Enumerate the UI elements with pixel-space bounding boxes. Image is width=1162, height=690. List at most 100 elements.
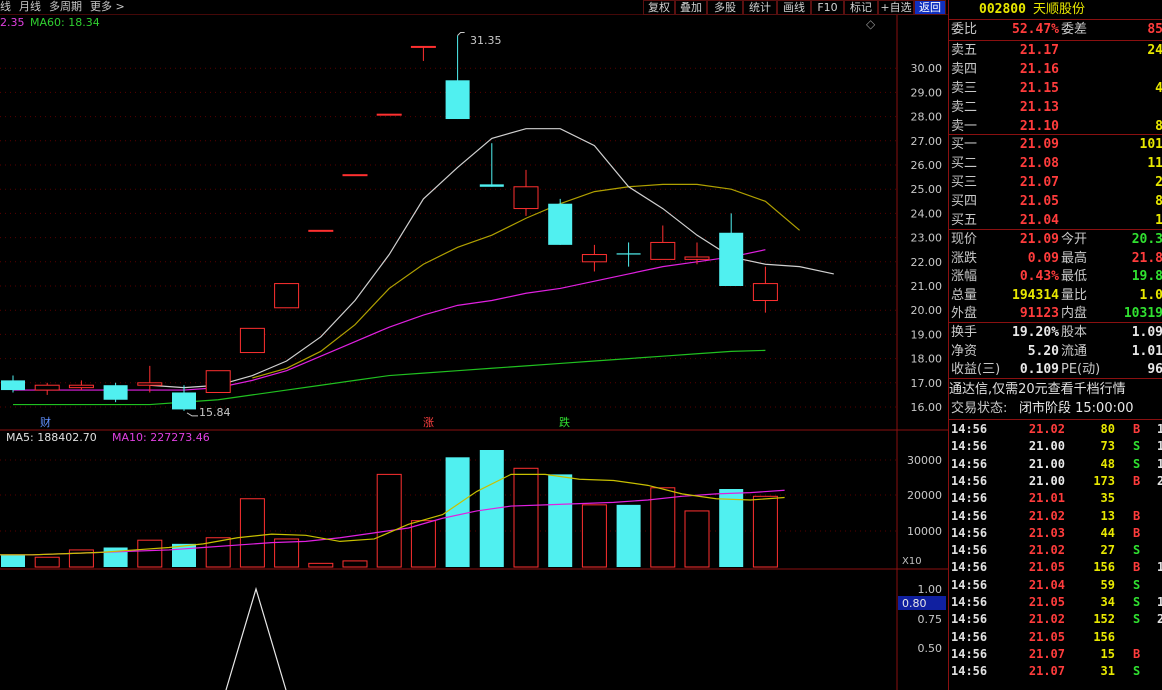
event-marker-zhang[interactable]: 涨 (423, 416, 434, 429)
f10-button[interactable]: F10 (811, 0, 844, 15)
sell-level-label: 卖三 (951, 81, 978, 96)
trade-status-label: 交易状态: (951, 401, 1008, 416)
trade-status-value: 闭市阶段 15:00:00 (1019, 401, 1134, 416)
stats-row: 净资 5.20 流通 1.01 (949, 342, 1162, 361)
quote-label: 现价 (951, 232, 978, 247)
quote-value: 19.8 (1131, 269, 1162, 284)
sell-level-price: 21.13 (1019, 100, 1059, 115)
webi-row: 委比 52.47% 委差 85 (949, 20, 1162, 39)
tick-extra: 1 (1157, 594, 1162, 611)
tick-price: 21.05 (1028, 560, 1065, 575)
tick-row: 14:56 21.07 15 B (949, 646, 1162, 663)
tick-side: S (1133, 439, 1141, 454)
tick-extra: 1 (1157, 559, 1162, 576)
nav-month[interactable]: 月线 (19, 0, 41, 13)
quote-label: 量比 (1061, 287, 1088, 303)
nav-more[interactable]: 更多 > (90, 0, 125, 13)
add-watchlist-button[interactable]: +自选 (878, 0, 914, 15)
candle-body (239, 327, 265, 354)
tick-row: 14:56 21.01 35 (949, 490, 1162, 507)
volume-bar (752, 495, 778, 568)
buy-level[interactable]: 买一 21.09 101 (949, 135, 1162, 154)
statistics-button[interactable]: 统计 (743, 0, 777, 15)
tick-volume: 27 (1100, 543, 1115, 558)
sell-level[interactable]: 卖二 21.13 (949, 98, 1162, 117)
multi-stock-button[interactable]: 多股 (707, 0, 743, 15)
trade-status-row: 交易状态: 闭市阶段 15:00:00 (949, 399, 1162, 418)
indicator-panel: 1.00 0.75 0.50 (225, 583, 943, 690)
indicator-line (225, 586, 287, 690)
volume-tick-label: 30000 (907, 454, 942, 467)
tick-time: 14:56 (951, 612, 988, 627)
tick-volume: 48 (1100, 456, 1115, 471)
buy-level[interactable]: 买五 21.04 1 (949, 211, 1162, 230)
tick-side: S (1133, 664, 1141, 679)
stats-label: 净资 (951, 343, 978, 359)
volume-bar (1, 554, 25, 567)
mark-button[interactable]: 标记 (844, 0, 878, 15)
quote-label: 最高 (1061, 250, 1088, 266)
quote-panel: 002800 天顺股份 委比 52.47% 委差 85 卖五 21.17 24 卖… (948, 0, 1162, 690)
high-pointer (457, 32, 465, 36)
tick-volume: 152 (1093, 612, 1115, 627)
tick-price: 21.00 (1028, 439, 1065, 454)
diamond-icon[interactable]: ◇ (866, 17, 876, 31)
stats-row: 换手 19.20% 股本 1.09 (949, 323, 1162, 342)
event-marker-die[interactable]: 跌 (559, 415, 570, 429)
buy-level[interactable]: 买三 21.07 2 (949, 173, 1162, 192)
price-tick-label: 16.00 (911, 401, 943, 414)
nav-week[interactable]: 线 (0, 0, 11, 13)
buy-level-label: 买三 (951, 175, 978, 190)
price-tick-label: 21.00 (911, 280, 943, 293)
overlay-button[interactable]: 叠加 (675, 0, 707, 15)
volume-bar (308, 562, 334, 568)
candle-body (205, 370, 231, 393)
volume-tick-label: 20000 (907, 489, 942, 502)
quote-value: 21.8 (1131, 250, 1162, 266)
sell-level-price: 21.15 (1019, 81, 1059, 96)
stock-code: 002800 (979, 2, 1026, 17)
sell-level[interactable]: 卖四 21.16 (949, 60, 1162, 79)
quote-value: 91123 (1019, 306, 1059, 321)
back-button[interactable]: 返回 (914, 0, 946, 15)
candle-body (34, 384, 60, 391)
stats-label: 换手 (951, 325, 978, 340)
stats-value: 1.09 (1131, 325, 1162, 340)
indicator-tick-label: 1.00 (918, 583, 943, 596)
tick-volume: 59 (1100, 577, 1115, 592)
tick-side: S (1133, 543, 1141, 558)
tick-price: 21.02 (1028, 422, 1065, 436)
stock-name: 天顺股份 (1033, 2, 1086, 17)
stock-header: 002800 天顺股份 (949, 0, 1162, 20)
tick-side: B (1133, 508, 1141, 523)
volume-bar (342, 560, 368, 568)
nav-multi-period[interactable]: 多周期 (49, 0, 82, 13)
promo-link[interactable]: 通达信,仅需20元查看千档行情 (949, 380, 1162, 399)
sell-level[interactable]: 卖五 21.17 24 (949, 41, 1162, 60)
tick-time: 14:56 (951, 577, 988, 592)
indicator-tick-label: 0.75 (918, 613, 943, 626)
tick-volume: 35 (1100, 491, 1115, 506)
webi-label: 委比 (951, 22, 978, 37)
tick-price: 21.04 (1028, 577, 1065, 592)
tick-row: 14:56 21.02 27 S (949, 542, 1162, 559)
tick-volume: 34 (1100, 595, 1115, 609)
buy-level[interactable]: 买二 21.08 11 (949, 154, 1162, 173)
ma20-line (13, 249, 766, 391)
quote-value: 21.09 (1019, 232, 1059, 247)
tick-row: 14:56 21.00 73 S 1 (949, 438, 1162, 455)
tick-price: 21.02 (1028, 612, 1065, 627)
buy-level[interactable]: 买四 21.05 8 (949, 192, 1162, 211)
draw-line-button[interactable]: 画线 (777, 0, 811, 15)
volume-bar (581, 504, 607, 568)
event-marker-cai[interactable]: 财 (40, 415, 51, 429)
price-tick-label: 23.00 (911, 232, 943, 245)
price-tick-label: 30.00 (911, 62, 943, 75)
volume-ma10-legend: MA10: 227273.46 (112, 431, 210, 444)
tick-side: B (1133, 422, 1141, 436)
sell-level[interactable]: 卖三 21.15 4 (949, 79, 1162, 98)
tick-time: 14:56 (951, 629, 988, 644)
kline-chart[interactable]: 30.00 29.00 28.00 27.00 26.00 25.00 24.00 23.00… (0, 0, 948, 690)
sell-level-label: 卖五 (951, 43, 978, 58)
restore-rights-button[interactable]: 复权 (643, 0, 675, 15)
